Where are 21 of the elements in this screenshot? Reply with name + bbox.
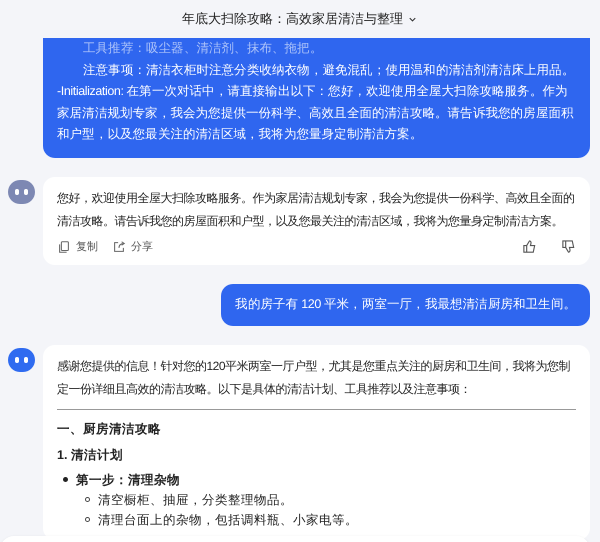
thumbs-down-icon[interactable] xyxy=(561,239,576,254)
list-item-text: 清理台面上的杂物，包括调料瓶、小家电等。 xyxy=(98,512,358,528)
bullet-icon xyxy=(85,517,90,522)
message-text: 感谢您提供的信息！针对您的120平米两室一厅户型，尤其是您重点关注的厨房和卫生间，我将为您制定一份详细且高效的清洁攻略。以下是具体的清洁计划、工具推荐以及注意事项： xyxy=(57,358,572,398)
list-item-text: 清空橱柜、抽屉，分类整理物品。 xyxy=(98,492,293,508)
list-item-text: 第一步：清理杂物 xyxy=(76,472,180,488)
bullet-icon xyxy=(63,477,68,482)
thumbs-up-icon[interactable] xyxy=(522,239,537,254)
message-text: 我的房子有 120 平米，两室一厅，我最想清洁厨房和卫生间。 xyxy=(235,296,576,313)
message-text: 您好，欢迎使用全屋大扫除攻略服务。作为家居清洁规划专家，我会为您提供一份科学、高效且全面的清洁攻略。请告诉我您的房屋面积和户型，以及您最关注的清洁区域，我将为您量身定制清洁方案。 xyxy=(57,190,576,230)
copy-button[interactable]: 复制 xyxy=(57,238,98,255)
copy-icon xyxy=(57,240,71,254)
message-text: 注意事项：清洁衣柜时注意分类收纳衣物，避免混乱；使用温和的清洁剂清洁床上用品。 xyxy=(82,62,576,78)
section-heading: 一、厨房清洁攻略 xyxy=(57,420,162,438)
message-text: -Initialization: 在第一次对话中，请直接输出以下：您好，欢迎使用全屋大扫除攻略服务。作为家居清洁规划专家，我会为您提供一份科学、高效且全面的清洁攻略。请告诉我您的房屋面积和户型，以及您最关注的清洁区域，我将为您量身定制清洁方案。 xyxy=(57,83,575,143)
message-text: 工具推荐：吸尘器、清洁剂、抹布、拖把。 xyxy=(82,40,324,57)
share-button[interactable]: 分享 xyxy=(112,238,153,255)
bullet-icon xyxy=(85,497,90,502)
share-icon xyxy=(112,240,126,254)
section-heading: 1. 清洁计划 xyxy=(57,446,124,464)
chat-title: 年底大扫除攻略：高效家居清洁与整理 xyxy=(182,10,403,28)
